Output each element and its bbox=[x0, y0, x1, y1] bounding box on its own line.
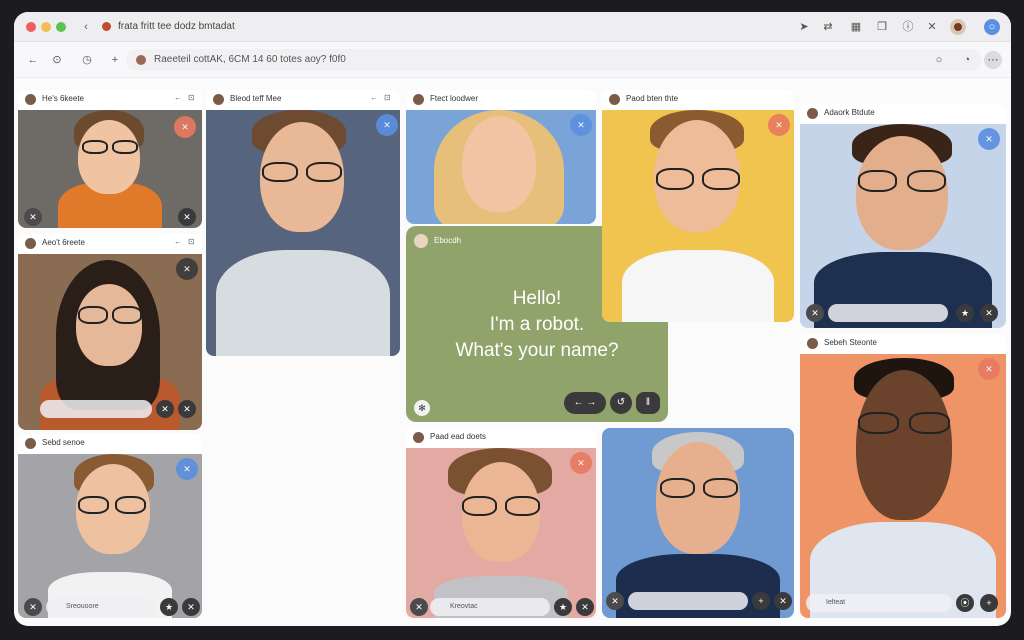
star-icon[interactable]: ★ bbox=[554, 598, 572, 616]
pause-icon[interactable]: ‖ bbox=[636, 392, 660, 414]
pin-icon[interactable]: ⊡ bbox=[188, 93, 195, 102]
send-icon[interactable]: ➤ bbox=[796, 19, 812, 35]
window-title: frata fritt tee dodz bmtadat bbox=[118, 21, 235, 32]
participant-tile[interactable]: Adaork Btdute ✕ ✕ ★ ✕ bbox=[800, 104, 1006, 328]
star-icon[interactable]: ★ bbox=[160, 598, 178, 616]
participant-name: Ftect loodwer bbox=[430, 94, 479, 103]
minimize-window-button[interactable] bbox=[41, 22, 51, 32]
participant-tile[interactable]: ✕ + ✕ bbox=[602, 428, 794, 618]
zoom-window-button[interactable] bbox=[56, 22, 66, 32]
grid-icon[interactable]: ▦ bbox=[848, 19, 864, 35]
video-icon[interactable]: ✕ bbox=[978, 358, 1000, 380]
camera-icon[interactable]: ⦿ bbox=[956, 594, 974, 612]
close-window-button[interactable] bbox=[26, 22, 36, 32]
url-text: Raeeteil cottAK, 6CM 14 60 totes aoy? f0… bbox=[154, 54, 346, 65]
video-icon[interactable]: ✕ bbox=[176, 258, 198, 280]
status-pill: Ielteat bbox=[806, 594, 952, 612]
participant-name: Paad ead doets bbox=[430, 432, 487, 441]
mic-icon[interactable]: ✕ bbox=[806, 304, 824, 322]
video-icon[interactable]: ✕ bbox=[376, 114, 398, 136]
profile-icon[interactable]: ◔ bbox=[958, 51, 976, 69]
reply-icon[interactable]: ↺ bbox=[610, 392, 632, 414]
site-icon bbox=[136, 55, 146, 65]
account-icon[interactable]: ○ bbox=[984, 19, 1000, 35]
mic-icon[interactable]: ✕ bbox=[24, 208, 42, 226]
close-icon[interactable]: ✕ bbox=[924, 19, 940, 35]
share-icon[interactable]: ⇄ bbox=[820, 19, 836, 35]
participant-name: He's 6keete bbox=[42, 94, 84, 103]
mic-icon[interactable]: ✕ bbox=[410, 598, 428, 616]
robot-avatar bbox=[414, 234, 428, 248]
url-field[interactable]: Raeeteil cottAK, 6CM 14 60 totes aoy? f0… bbox=[126, 49, 982, 71]
back-icon[interactable]: ← bbox=[370, 93, 378, 102]
back-icon[interactable]: ← bbox=[174, 237, 182, 246]
more-icon[interactable]: ✕ bbox=[178, 400, 196, 418]
app-window: ‹ frata fritt tee dodz bmtadat ➤ ⇄ ▦ ❐ ⓘ… bbox=[14, 12, 1011, 626]
participant-tile[interactable]: Sebd senoe ✕ ✕ Sreouoore ★ ✕ bbox=[18, 434, 202, 618]
clock-icon[interactable]: ◷ bbox=[78, 51, 96, 69]
participant-tile[interactable]: Aeo't 6reete ← ⊡ ✕ ✕ ✕ bbox=[18, 234, 202, 430]
mic-icon[interactable]: ✕ bbox=[606, 592, 624, 610]
pin-icon[interactable]: ⊡ bbox=[188, 237, 195, 246]
participant-name: Sebeh Steonte bbox=[824, 338, 877, 347]
more-icon[interactable]: ✕ bbox=[178, 208, 196, 226]
nav-arrows-button[interactable]: ← → bbox=[564, 392, 606, 414]
status-pill bbox=[40, 400, 152, 418]
star-icon[interactable]: ★ bbox=[956, 304, 974, 322]
more-icon[interactable]: ✕ bbox=[774, 592, 792, 610]
lock-icon[interactable]: ○ bbox=[930, 51, 948, 69]
mic-icon[interactable]: ✕ bbox=[24, 598, 42, 616]
status-pill: Kreovtac bbox=[430, 598, 550, 616]
menu-icon[interactable]: ⋯ bbox=[984, 51, 1002, 69]
pin-icon[interactable]: ⊡ bbox=[384, 93, 391, 102]
mic-icon[interactable]: ✕ bbox=[156, 400, 174, 418]
video-icon[interactable]: ✕ bbox=[768, 114, 790, 136]
plus-icon[interactable]: + bbox=[106, 51, 124, 69]
participant-name: Aeo't 6reete bbox=[42, 238, 85, 247]
status-pill bbox=[828, 304, 948, 322]
copy-icon[interactable]: ❐ bbox=[874, 19, 890, 35]
video-icon[interactable]: ✕ bbox=[570, 452, 592, 474]
participant-name: Bleod teff Mee bbox=[230, 94, 282, 103]
mute-icon[interactable]: ✕ bbox=[174, 116, 196, 138]
participant-tile[interactable]: Ftect loodwer ✕ bbox=[406, 90, 596, 224]
tab-icon[interactable]: ⊙ bbox=[48, 51, 66, 69]
plus-icon[interactable]: + bbox=[980, 594, 998, 612]
info-icon[interactable]: ⓘ bbox=[900, 19, 916, 35]
more-icon[interactable]: ✕ bbox=[576, 598, 594, 616]
robot-message-line: What's your name? bbox=[455, 340, 619, 361]
participant-name: Paod bten thte bbox=[626, 94, 679, 103]
back-arrow-icon[interactable]: ← bbox=[24, 51, 42, 69]
video-icon[interactable]: ✕ bbox=[176, 458, 198, 480]
robot-speaker-name: Ebocdh bbox=[434, 236, 462, 245]
more-icon[interactable]: ✕ bbox=[182, 598, 200, 616]
avatar[interactable] bbox=[950, 19, 966, 35]
participant-tile[interactable]: Sebeh Steonte ✕ Ielteat ⦿ + bbox=[800, 334, 1006, 618]
participant-tile[interactable]: Paod bten thte ✕ bbox=[602, 90, 794, 322]
participant-name: Sebd senoe bbox=[42, 438, 85, 447]
video-icon[interactable]: ✕ bbox=[570, 114, 592, 136]
video-icon[interactable]: ✕ bbox=[978, 128, 1000, 150]
participant-name: Adaork Btdute bbox=[824, 108, 875, 117]
address-bar: ← ⊙ ◷ + Raeeteil cottAK, 6CM 14 60 totes… bbox=[14, 42, 1011, 78]
tab-favicon bbox=[98, 19, 114, 35]
status-pill bbox=[628, 592, 748, 610]
back-icon[interactable]: ← bbox=[174, 93, 182, 102]
title-bar: ‹ frata fritt tee dodz bmtadat ➤ ⇄ ▦ ❐ ⓘ… bbox=[14, 12, 1011, 42]
more-icon[interactable]: ✕ bbox=[980, 304, 998, 322]
status-pill: Sreouoore bbox=[46, 598, 156, 616]
participant-tile[interactable]: Bleod teff Mee ← ⊡ ✕ bbox=[206, 90, 400, 356]
plus-icon[interactable]: + bbox=[752, 592, 770, 610]
participant-tile[interactable]: He's 6keete ← ⊡ ✕ ✕ ✕ bbox=[18, 90, 202, 228]
back-icon[interactable]: ‹ bbox=[78, 19, 94, 35]
participant-tile[interactable]: Paad ead doets ✕ ✕ Kreovtac ★ ✕ bbox=[406, 428, 596, 618]
settings-icon[interactable]: ✻ bbox=[414, 400, 430, 416]
